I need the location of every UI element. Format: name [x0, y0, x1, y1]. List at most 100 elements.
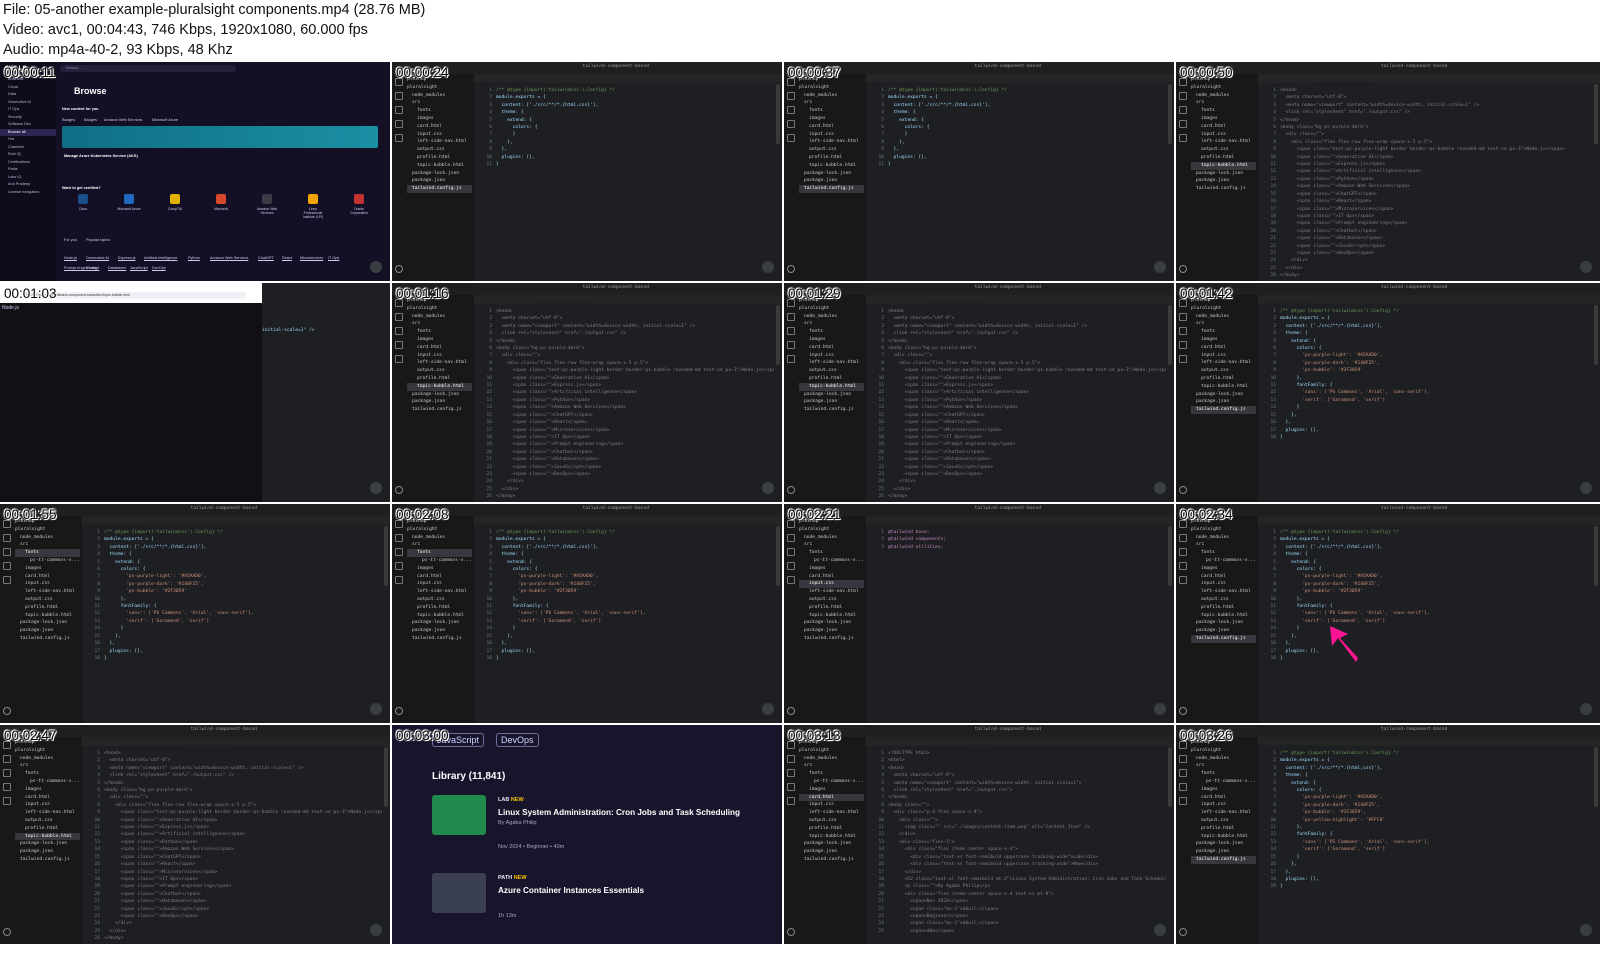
file-tree-item[interactable]: fonts — [799, 328, 864, 336]
file-tree-item[interactable]: input.css — [799, 352, 864, 360]
file-tree-item[interactable]: profile.html — [799, 154, 864, 162]
file-tree-item[interactable]: topic-bubble.html — [15, 832, 80, 841]
file-tree-item[interactable]: node_modules — [1191, 755, 1256, 763]
file-tree-item[interactable]: node_modules — [15, 755, 80, 763]
code-content[interactable]: /** @type {import('tailwindcss').Config}… — [104, 529, 382, 662]
file-tree-item[interactable]: node_modules — [1191, 92, 1256, 100]
file-tree-item[interactable]: tailwind.config.js — [1191, 406, 1256, 414]
file-tree-item[interactable]: package-lock.json — [799, 840, 864, 848]
file-tree-item[interactable]: topic-bubble.html — [407, 612, 472, 620]
filter-chip[interactable]: Badges — [84, 118, 97, 122]
cert-provider[interactable]: Linux Professional Institute (LPI) — [300, 194, 326, 219]
file-tree-item[interactable]: src — [1191, 99, 1256, 107]
file-tree-item[interactable]: fonts — [1191, 107, 1256, 115]
file-tree-item[interactable]: pluralsight — [1191, 747, 1256, 755]
file-tree-item[interactable]: tailwind.config.js — [407, 185, 472, 193]
file-tree-item[interactable]: topic-bubble.html — [1191, 833, 1256, 841]
topic-bubble[interactable]: Python — [188, 256, 200, 260]
file-tree-item[interactable]: package.json — [407, 398, 472, 406]
file-tree-item[interactable]: node_modules — [407, 534, 472, 542]
code-editor[interactable]: 1 2 3 4 5 6 7 8 9 10 11 12 13 14 15 16 17 18 19 20 21 22 23 24 2… — [866, 746, 1166, 944]
activity-icon[interactable] — [1179, 576, 1187, 584]
activity-icon[interactable] — [1179, 797, 1187, 805]
file-tree-item[interactable]: output.css — [1191, 596, 1256, 604]
file-tree-item[interactable]: package-lock.json — [799, 391, 864, 399]
activity-icon[interactable] — [787, 562, 795, 570]
file-tree-item[interactable]: images — [799, 336, 864, 344]
manage-gear-icon[interactable] — [395, 486, 403, 494]
editor-scrollbar[interactable] — [1168, 305, 1172, 365]
file-tree-item[interactable]: node_modules — [799, 313, 864, 321]
file-tree-item[interactable]: ps-tt-commons-v... — [15, 778, 80, 786]
file-tree-item[interactable]: profile.html — [1191, 154, 1256, 162]
file-tree-item[interactable]: topic-bubble.html — [799, 382, 864, 391]
activity-icon[interactable] — [787, 355, 795, 363]
file-tree-item[interactable]: card.html — [1191, 123, 1256, 131]
file-tree-item[interactable]: images — [407, 565, 472, 573]
filter-chip[interactable]: Microsoft Azure — [152, 118, 178, 122]
nav-item[interactable]: License navigation — [0, 189, 56, 197]
file-tree-item[interactable]: card.html — [799, 573, 864, 581]
nav-item[interactable]: Ana Pradeep — [0, 181, 56, 189]
activity-icon[interactable] — [1179, 134, 1187, 142]
editor-scrollbar[interactable] — [1168, 84, 1172, 144]
file-tree-item[interactable]: fonts — [1191, 328, 1256, 336]
file-tree-item[interactable]: package.json — [1191, 627, 1256, 635]
file-tree-item[interactable]: topic-bubble.html — [799, 162, 864, 170]
file-tree-item[interactable]: images — [1191, 565, 1256, 573]
file-tree-item[interactable]: fonts — [1191, 549, 1256, 557]
copilot-chat-icon[interactable] — [1580, 703, 1592, 715]
file-tree-item[interactable]: card.html — [1191, 344, 1256, 352]
for-you-tab[interactable]: For you — [64, 238, 77, 242]
file-tree-item[interactable]: node_modules — [15, 534, 80, 542]
file-tree-item[interactable]: left-side-nav.html — [799, 138, 864, 146]
file-tree-item[interactable]: output.css — [1191, 146, 1256, 154]
file-tree-item[interactable]: node_modules — [799, 534, 864, 542]
code-editor[interactable]: 1 2 3 4 5 6 7 8 9 10 11 12 13 14 15 16 17 18 19 20 21 22 23 24 2… — [474, 304, 774, 502]
video-thumbnail[interactable]: tailwind-component-based plexhop pluralsig… — [0, 504, 390, 723]
file-tree-item[interactable]: profile.html — [799, 825, 864, 833]
copilot-chat-icon[interactable] — [1580, 261, 1592, 273]
file-tree-item[interactable]: topic-bubble.html — [15, 612, 80, 620]
code-editor[interactable]: 1 2 3 4 5 6 7 8 9 10 11 12 13 14 15 16 17 18 19/** @type {… — [1258, 746, 1592, 944]
file-tree-item[interactable]: ps-tt-commons-v... — [1191, 778, 1256, 786]
file-tree-item[interactable]: package-lock.json — [407, 391, 472, 399]
file-tree-item[interactable]: images — [407, 115, 472, 123]
nav-item[interactable]: Role IQ — [0, 151, 56, 159]
file-tree-item[interactable]: input.css — [407, 352, 472, 360]
file-tree-item[interactable]: src — [15, 762, 80, 770]
file-tree-item[interactable]: fonts — [799, 549, 864, 557]
code-content[interactable]: /** @type {import('tailwindcss').Config}… — [888, 87, 1166, 168]
copilot-chat-icon[interactable] — [1154, 703, 1166, 715]
activity-icon[interactable] — [1179, 755, 1187, 763]
file-tree-item[interactable]: input.css — [15, 580, 80, 588]
video-thumbnail[interactable]: tailwind-component-based plexhop pluralsig… — [0, 725, 390, 944]
nav-item[interactable]: IT Ops — [0, 106, 56, 114]
file-tree-item[interactable]: package-lock.json — [407, 170, 472, 178]
manage-gear-icon[interactable] — [787, 265, 795, 273]
file-tree-item[interactable]: src — [1191, 762, 1256, 770]
cert-provider[interactable]: Microsoft Azure — [116, 194, 142, 211]
file-tree-item[interactable]: profile.html — [15, 825, 80, 833]
activity-icon[interactable] — [787, 576, 795, 584]
file-tree-item[interactable]: output.css — [799, 146, 864, 154]
file-tree-item[interactable]: node_modules — [407, 92, 472, 100]
activity-icon[interactable] — [3, 769, 11, 777]
file-tree-item[interactable]: input.css — [407, 131, 472, 139]
manage-gear-icon[interactable] — [3, 707, 11, 715]
file-tree-item[interactable]: left-side-nav.html — [15, 588, 80, 596]
file-tree-item[interactable]: pluralsight — [799, 84, 864, 92]
search-input[interactable]: Search... — [60, 65, 236, 72]
cert-provider[interactable]: Amazon Web Services — [254, 194, 280, 215]
manage-gear-icon[interactable] — [395, 707, 403, 715]
video-thumbnail[interactable]: tailwind-component-based plexhop pluralsig… — [784, 504, 1174, 723]
code-editor[interactable]: 1 2 3 4 5 6 7 8 9 10 11 12 13 14 15 16 17 18/** @type {im… — [1258, 525, 1592, 723]
popular-topics-tab[interactable]: Popular topics — [86, 238, 110, 242]
file-tree-item[interactable]: pluralsight — [799, 305, 864, 313]
file-tree-item[interactable]: pluralsight — [1191, 305, 1256, 313]
file-tree-item[interactable]: profile.html — [407, 154, 472, 162]
file-tree-item[interactable]: images — [1191, 786, 1256, 794]
file-tree-item[interactable]: package-lock.json — [1191, 619, 1256, 627]
activity-icon[interactable] — [1179, 120, 1187, 128]
file-tree-item[interactable]: pluralsight — [15, 747, 80, 755]
